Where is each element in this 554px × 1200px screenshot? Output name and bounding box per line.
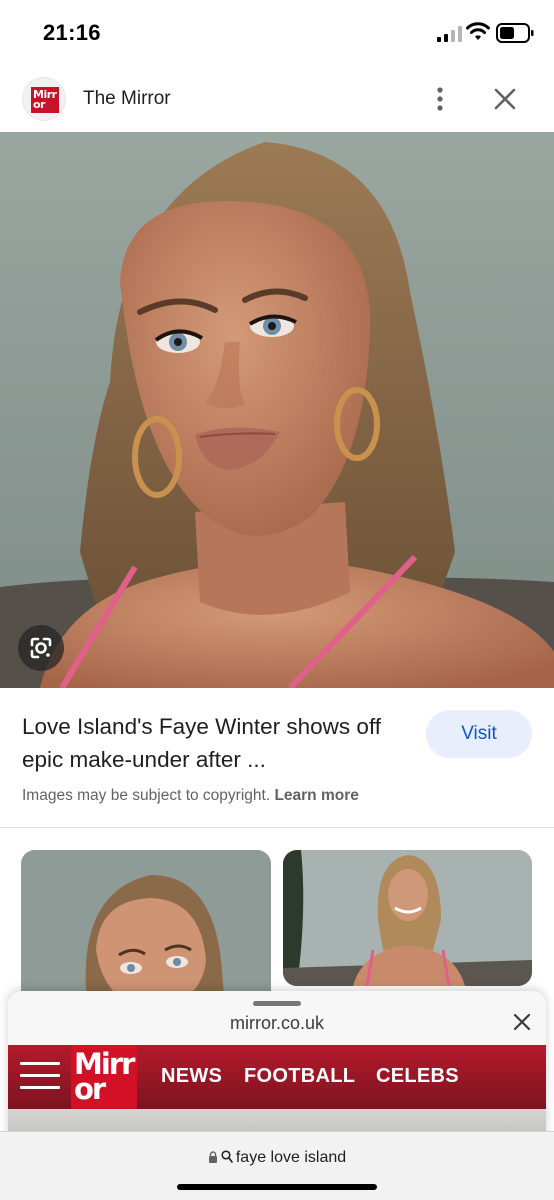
viewer-header: Mirr or The Mirror	[0, 66, 554, 132]
main-image[interactable]	[0, 132, 554, 688]
signal-icon	[437, 26, 462, 42]
site-preview-sheet[interactable]: mirror.co.uk Mirr or NEWS FOOTBALL CELEB…	[8, 991, 546, 1141]
close-icon[interactable]	[492, 86, 518, 112]
google-lens-button[interactable]	[18, 625, 64, 671]
address-bar[interactable]: faye love island	[0, 1131, 554, 1200]
mirror-logo-small: Mirr or	[31, 87, 59, 113]
more-vert-icon[interactable]	[428, 84, 452, 114]
site-name: The Mirror	[83, 88, 171, 109]
result-info: Love Island's Faye Winter shows off epic…	[0, 688, 554, 828]
nav-item-news[interactable]: NEWS	[161, 1065, 222, 1088]
preview-domain: mirror.co.uk	[229, 1013, 325, 1033]
thumbnail-portrait-2	[283, 850, 532, 986]
hamburger-menu-icon[interactable]	[20, 1062, 60, 1092]
mirror-logo[interactable]: Mirr or	[71, 1045, 137, 1109]
nav-item-football[interactable]: FOOTBALL	[244, 1065, 355, 1088]
mirror-nav-bar: Mirr or NEWS FOOTBALL CELEBS	[8, 1045, 546, 1109]
sheet-drag-handle[interactable]	[253, 1001, 301, 1006]
portrait-image	[0, 132, 554, 688]
nav-item-celebs[interactable]: CELEBS	[376, 1065, 459, 1088]
logo-text-bottom: or	[33, 98, 45, 111]
home-indicator	[177, 1184, 377, 1190]
wifi-icon	[466, 22, 490, 40]
divider	[0, 827, 554, 828]
search-icon	[221, 1150, 233, 1163]
google-lens-icon	[30, 637, 52, 659]
copyright-text: Images may be subject to copyright.	[22, 787, 271, 804]
visit-button[interactable]: Visit	[426, 710, 532, 758]
copyright-notice: Images may be subject to copyright. Lear…	[22, 787, 359, 805]
learn-more-link[interactable]: Learn more	[274, 787, 358, 804]
result-title[interactable]: Love Island's Faye Winter shows off epic…	[22, 710, 402, 776]
search-query: faye love island	[235, 1149, 347, 1166]
battery-icon	[496, 23, 534, 43]
status-time: 21:16	[43, 20, 101, 45]
status-bar: 21:16	[0, 0, 554, 66]
close-icon[interactable]	[511, 1011, 533, 1033]
related-image-2[interactable]	[283, 850, 532, 986]
lock-icon	[208, 1151, 217, 1163]
url-display[interactable]: faye love island	[0, 1149, 554, 1167]
site-favicon: Mirr or	[22, 77, 66, 121]
